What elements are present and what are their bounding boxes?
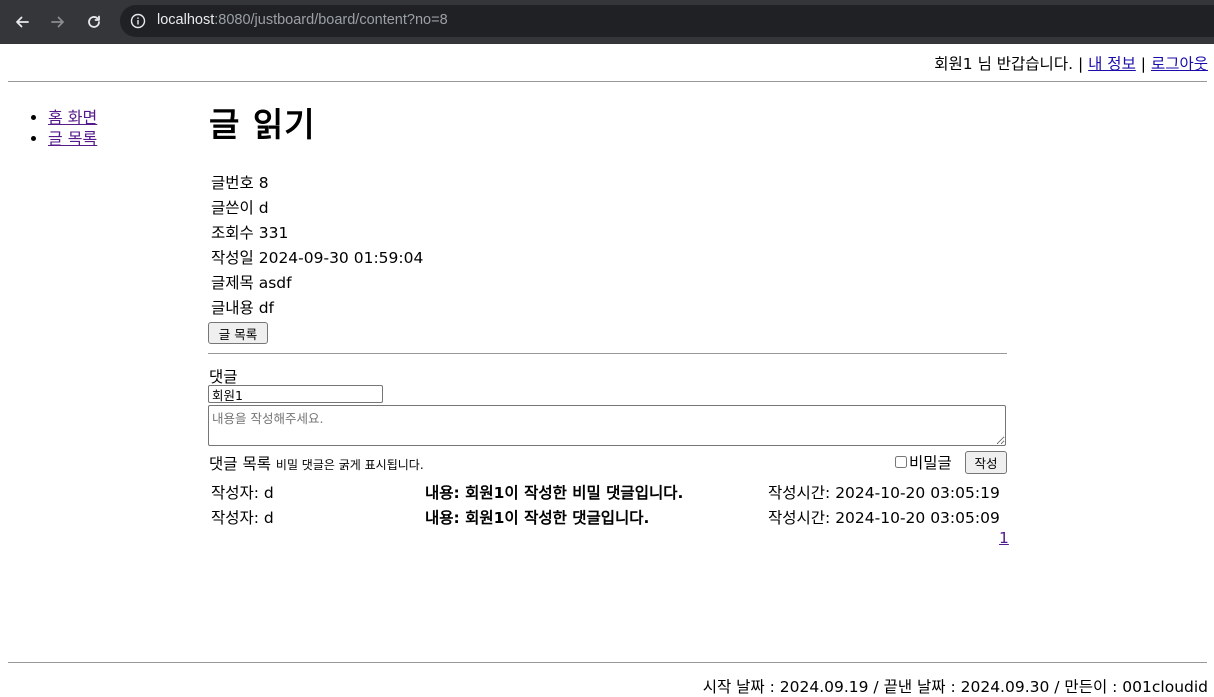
my-info-link[interactable]: 내 정보	[1088, 55, 1136, 73]
forward-button[interactable]	[45, 9, 71, 35]
separator: |	[1140, 55, 1147, 73]
reload-icon	[88, 15, 100, 28]
arrow-right-icon	[51, 16, 64, 28]
url-path: :8080/justboard/board/content?no=8	[214, 12, 448, 28]
field-label: 글내용	[211, 299, 254, 317]
logout-link[interactable]: 로그아웃	[1151, 55, 1208, 73]
field-value: 2024-09-30 01:59:04	[258, 249, 424, 267]
field-value: asdf	[258, 274, 292, 292]
field-label: 글제목	[211, 274, 254, 292]
url-host: localhost	[157, 12, 215, 28]
arrow-left-icon	[16, 16, 29, 28]
post-title: 글제목 asdf	[211, 273, 292, 293]
comment-list-heading: 댓글 목록 비밀 댓글은 굵게 표시됩니다.	[209, 452, 424, 474]
separator: |	[1077, 55, 1084, 73]
url-text[interactable]: localhost:8080/justboard/board/content?n…	[157, 12, 448, 28]
header-divider	[8, 81, 1207, 82]
post-content: 글내용 df	[211, 298, 274, 318]
post-date: 작성일 2024-09-30 01:59:04	[211, 248, 423, 268]
footer-text: 시작 날짜 : 2024.09.19 / 끝낸 날짜 : 2024.09.30 …	[702, 678, 1208, 696]
post-views: 조회수 331	[211, 223, 288, 243]
user-bar: 회원1 님 반갑습니다. | 내 정보 | 로그아웃	[934, 52, 1208, 74]
page-link-1[interactable]: 1	[999, 529, 1009, 547]
home-link[interactable]: 홈 화면	[48, 108, 97, 127]
comment-writer-input[interactable]	[208, 385, 383, 403]
comment-list-title: 댓글 목록	[209, 455, 271, 473]
field-value: df	[258, 299, 275, 317]
info-icon[interactable]	[130, 13, 146, 29]
comment-writer: 작성자: d	[211, 509, 274, 527]
field-label: 글쓴이	[211, 199, 254, 217]
sidebar-nav: 홈 화면 글 목록	[28, 107, 97, 149]
greeting-text: 회원1 님 반갑습니다.	[934, 55, 1074, 73]
comment-body-input[interactable]	[208, 405, 1006, 446]
comment-content: 내용: 회원1이 작성한 댓글입니다.	[425, 509, 650, 527]
field-value: 331	[258, 224, 289, 242]
footer-divider	[8, 662, 1207, 663]
comment-heading: 댓글	[209, 368, 238, 386]
post-number: 글번호 8	[211, 173, 269, 193]
comment-time: 작성시간: 2024-10-20 03:05:19	[768, 484, 1000, 502]
comment-content: 내용: 회원1이 작성한 비밀 댓글입니다.	[425, 484, 684, 502]
sidebar-item-home: 홈 화면	[48, 107, 97, 128]
field-label: 작성일	[211, 249, 254, 267]
address-bar[interactable]: localhost:8080/justboard/board/content?n…	[120, 5, 1214, 37]
field-value: d	[258, 199, 269, 217]
page-title: 글 읽기	[209, 105, 316, 144]
field-label: 글번호	[211, 174, 254, 192]
sidebar-item-list: 글 목록	[48, 128, 97, 149]
comment-time: 작성시간: 2024-10-20 03:05:09	[768, 509, 1000, 527]
comment-row: 작성자: d 내용: 회원1이 작성한 비밀 댓글입니다. 작성시간: 2024…	[211, 481, 1011, 502]
back-button[interactable]	[9, 9, 35, 35]
comment-submit-button[interactable]: 작성	[965, 451, 1007, 474]
content-divider	[208, 353, 1007, 354]
reload-button[interactable]	[81, 9, 107, 35]
comment-writer: 작성자: d	[211, 484, 274, 502]
comment-row: 작성자: d 내용: 회원1이 작성한 댓글입니다. 작성시간: 2024-10…	[211, 506, 1011, 527]
browser-toolbar: localhost:8080/justboard/board/content?n…	[0, 0, 1214, 44]
secret-toggle: 비밀글	[895, 451, 952, 473]
post-writer: 글쓴이 d	[211, 198, 269, 218]
secret-comment-note: 비밀 댓글은 굵게 표시됩니다.	[275, 458, 424, 472]
secret-checkbox[interactable]	[895, 456, 907, 468]
field-value: 8	[258, 174, 269, 192]
field-label: 조회수	[211, 224, 254, 242]
back-to-list-button[interactable]: 글 목록	[208, 322, 268, 344]
board-list-link[interactable]: 글 목록	[48, 129, 97, 148]
secret-label: 비밀글	[909, 454, 952, 472]
